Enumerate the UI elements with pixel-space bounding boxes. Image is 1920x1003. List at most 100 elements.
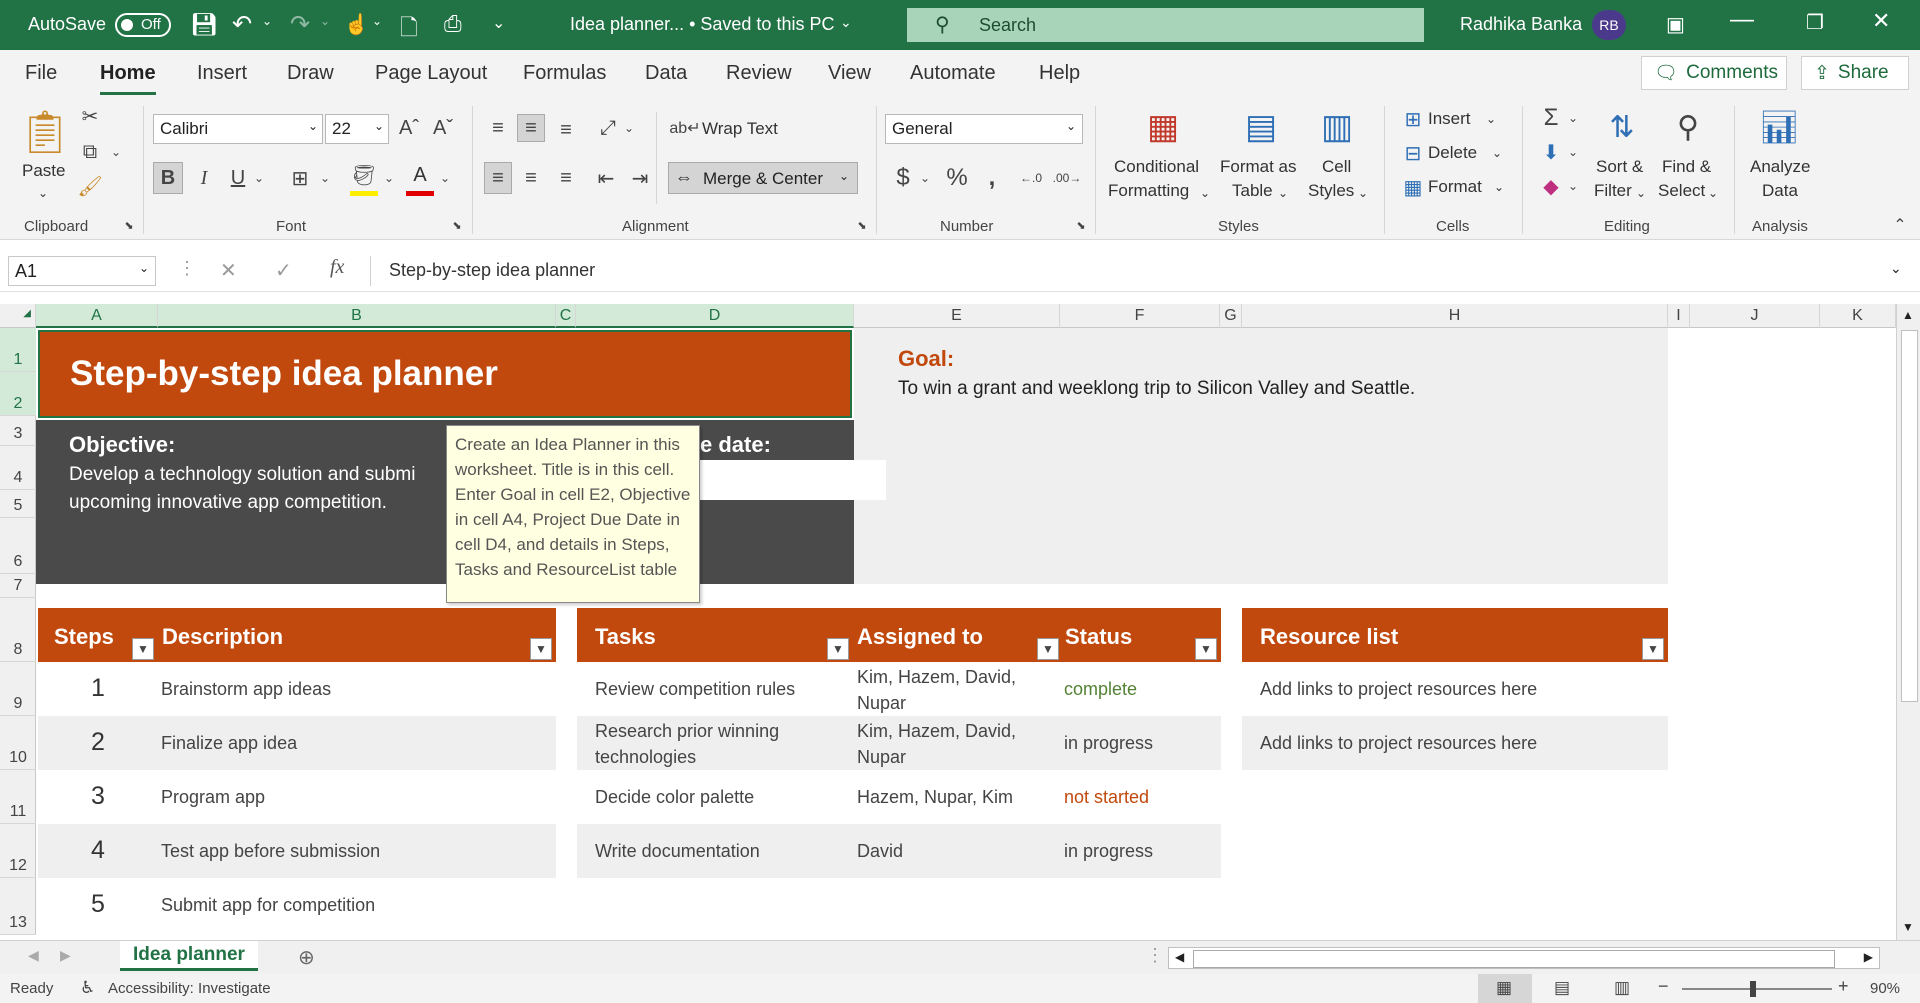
close-icon[interactable]: ✕ (1872, 8, 1890, 34)
row-header[interactable]: 12 (0, 824, 36, 878)
select-label[interactable]: Select (1658, 180, 1705, 202)
enter-icon[interactable]: ✓ (275, 258, 292, 283)
chevron-down-icon[interactable]: ⌄ (1486, 108, 1496, 130)
copy-icon[interactable]: ⧉ (78, 140, 102, 164)
paste-label[interactable]: Paste (22, 160, 65, 182)
formula-input[interactable]: Step-by-step idea planner (370, 256, 1886, 286)
name-box[interactable]: A1 ⌄ (8, 256, 156, 286)
comma-style-icon[interactable]: , (980, 162, 1004, 194)
filter-dropdown-icon[interactable]: ▼ (132, 638, 154, 660)
cancel-icon[interactable]: ✕ (220, 258, 237, 283)
tab-file[interactable]: File (25, 62, 57, 85)
font-color-icon[interactable]: A (406, 160, 434, 196)
restore-icon[interactable]: ❐ (1806, 10, 1824, 35)
fill-icon[interactable]: ⬇ (1538, 138, 1564, 166)
align-bottom-icon[interactable]: ≡ (552, 116, 580, 144)
orientation-icon[interactable]: ⤢ (594, 114, 622, 142)
sheet-tab-active[interactable]: Idea planner (120, 941, 258, 971)
save-icon[interactable]: 💾︎ (190, 12, 218, 38)
cell-label[interactable]: Cell (1322, 156, 1351, 178)
borders-dropdown-icon[interactable]: ⌄ (318, 168, 332, 188)
analyze-data-label[interactable]: Data (1762, 180, 1798, 202)
cell-styles-icon[interactable]: ▥ (1314, 104, 1360, 150)
row-header[interactable]: 3 (0, 416, 36, 446)
row-header[interactable]: 9 (0, 662, 36, 716)
zoom-slider[interactable] (1682, 981, 1832, 997)
decrease-indent-icon[interactable]: ⇤ (592, 162, 620, 194)
tab-formulas[interactable]: Formulas (523, 62, 606, 85)
split-handle-icon[interactable]: ⋮ (1146, 945, 1164, 966)
find-select-icon[interactable]: ⚲ (1666, 104, 1710, 150)
number-format-select[interactable]: General ⌄ (885, 114, 1083, 144)
chevron-down-icon[interactable]: ⌄ (1278, 182, 1288, 204)
row-header[interactable]: 7 (0, 574, 36, 598)
ribbon-display-icon[interactable]: ▣ (1666, 12, 1685, 37)
analyze-data-icon[interactable]: 📊︎ (1756, 104, 1802, 150)
column-header-i[interactable]: I (1668, 304, 1690, 328)
autosum-dropdown-icon[interactable]: ⌄ (1566, 108, 1580, 128)
autosum-icon[interactable]: Σ (1538, 104, 1564, 132)
fill-dropdown-icon[interactable]: ⌄ (382, 168, 396, 188)
percent-icon[interactable]: % (942, 162, 972, 194)
zoom-out-icon[interactable]: − (1658, 976, 1669, 997)
page-layout-icon[interactable]: ▤ (1554, 978, 1570, 998)
table-label[interactable]: Table (1232, 180, 1273, 202)
conditional-formatting-icon[interactable]: ▦ (1140, 104, 1186, 150)
share-button[interactable]: ⇪ Share (1801, 56, 1909, 90)
align-top-icon[interactable]: ≡ (484, 114, 512, 142)
column-header-d[interactable]: D (576, 304, 854, 328)
accessibility-status[interactable]: Accessibility: Investigate (108, 980, 271, 997)
column-header-h[interactable]: H (1242, 304, 1668, 328)
format-as-label[interactable]: Format as (1220, 156, 1297, 178)
horizontal-scrollbar[interactable]: ◀ ▶ (1168, 947, 1880, 969)
tab-automate[interactable]: Automate (910, 62, 996, 85)
user-name[interactable]: Radhika Banka (1460, 14, 1582, 35)
page-break-icon[interactable]: ▥ (1614, 978, 1630, 998)
format-label[interactable]: Format (1428, 176, 1482, 198)
align-center-icon[interactable]: ≡ (517, 162, 545, 194)
align-left-icon[interactable]: ≡ (484, 162, 512, 194)
wrap-text-label[interactable]: Wrap Text (702, 118, 778, 140)
clear-icon[interactable]: ◆ (1538, 172, 1564, 200)
font-size-select[interactable]: 22 ⌄ (325, 114, 389, 144)
find-label[interactable]: Find & (1662, 156, 1711, 178)
tab-review[interactable]: Review (726, 62, 792, 85)
format-cells-icon[interactable]: ▦ (1400, 174, 1426, 200)
row-header[interactable]: 1 (0, 328, 36, 372)
column-header-g[interactable]: G (1220, 304, 1242, 328)
clipboard-launcher-icon[interactable]: ⬊ (122, 218, 136, 232)
due-date-input[interactable] (700, 460, 886, 500)
scroll-right-icon[interactable]: ▶ (1864, 950, 1873, 964)
autosave-toggle[interactable]: Off (115, 13, 171, 37)
chevron-down-icon[interactable]: ⌄ (1708, 182, 1718, 204)
row-header[interactable]: 5 (0, 490, 36, 518)
insert-cells-icon[interactable]: ⊞ (1400, 106, 1426, 132)
currency-dropdown-icon[interactable]: ⌄ (918, 168, 932, 188)
redo-icon[interactable]: ↷ (290, 10, 310, 39)
zoom-level[interactable]: 90% (1870, 980, 1900, 997)
cut-icon[interactable]: ✂ (78, 104, 102, 128)
scroll-up-icon[interactable]: ▲ (1902, 308, 1914, 322)
sort-filter-icon[interactable]: ⇅ (1600, 104, 1644, 150)
copy-dropdown-icon[interactable]: ⌄ (108, 142, 124, 162)
font-launcher-icon[interactable]: ⬊ (450, 218, 464, 232)
format-as-table-icon[interactable]: ▤ (1238, 104, 1284, 150)
delete-label[interactable]: Delete (1428, 142, 1477, 164)
tab-data[interactable]: Data (645, 62, 687, 85)
formatting-label[interactable]: Formatting (1108, 180, 1189, 202)
fill-dropdown-icon[interactable]: ⌄ (1566, 142, 1580, 162)
avatar[interactable]: RB (1592, 10, 1626, 40)
increase-font-icon[interactable]: Aˆ (396, 114, 422, 142)
filter-dropdown-icon[interactable]: ▼ (1642, 638, 1664, 660)
row-header[interactable]: 2 (0, 372, 36, 416)
redo-dropdown-icon[interactable]: ⌄ (320, 14, 330, 28)
filter-dropdown-icon[interactable]: ▼ (1037, 638, 1059, 660)
column-header-e[interactable]: E (854, 304, 1060, 328)
zoom-in-icon[interactable]: + (1838, 976, 1849, 997)
tab-home[interactable]: Home (100, 62, 156, 95)
orientation-dropdown-icon[interactable]: ⌄ (622, 118, 636, 138)
row-header[interactable]: 8 (0, 598, 36, 662)
customize-toolbar-icon[interactable]: ⌄ (492, 13, 505, 33)
delete-cells-icon[interactable]: ⊟ (1400, 140, 1426, 166)
underline-button[interactable]: U (224, 162, 252, 194)
